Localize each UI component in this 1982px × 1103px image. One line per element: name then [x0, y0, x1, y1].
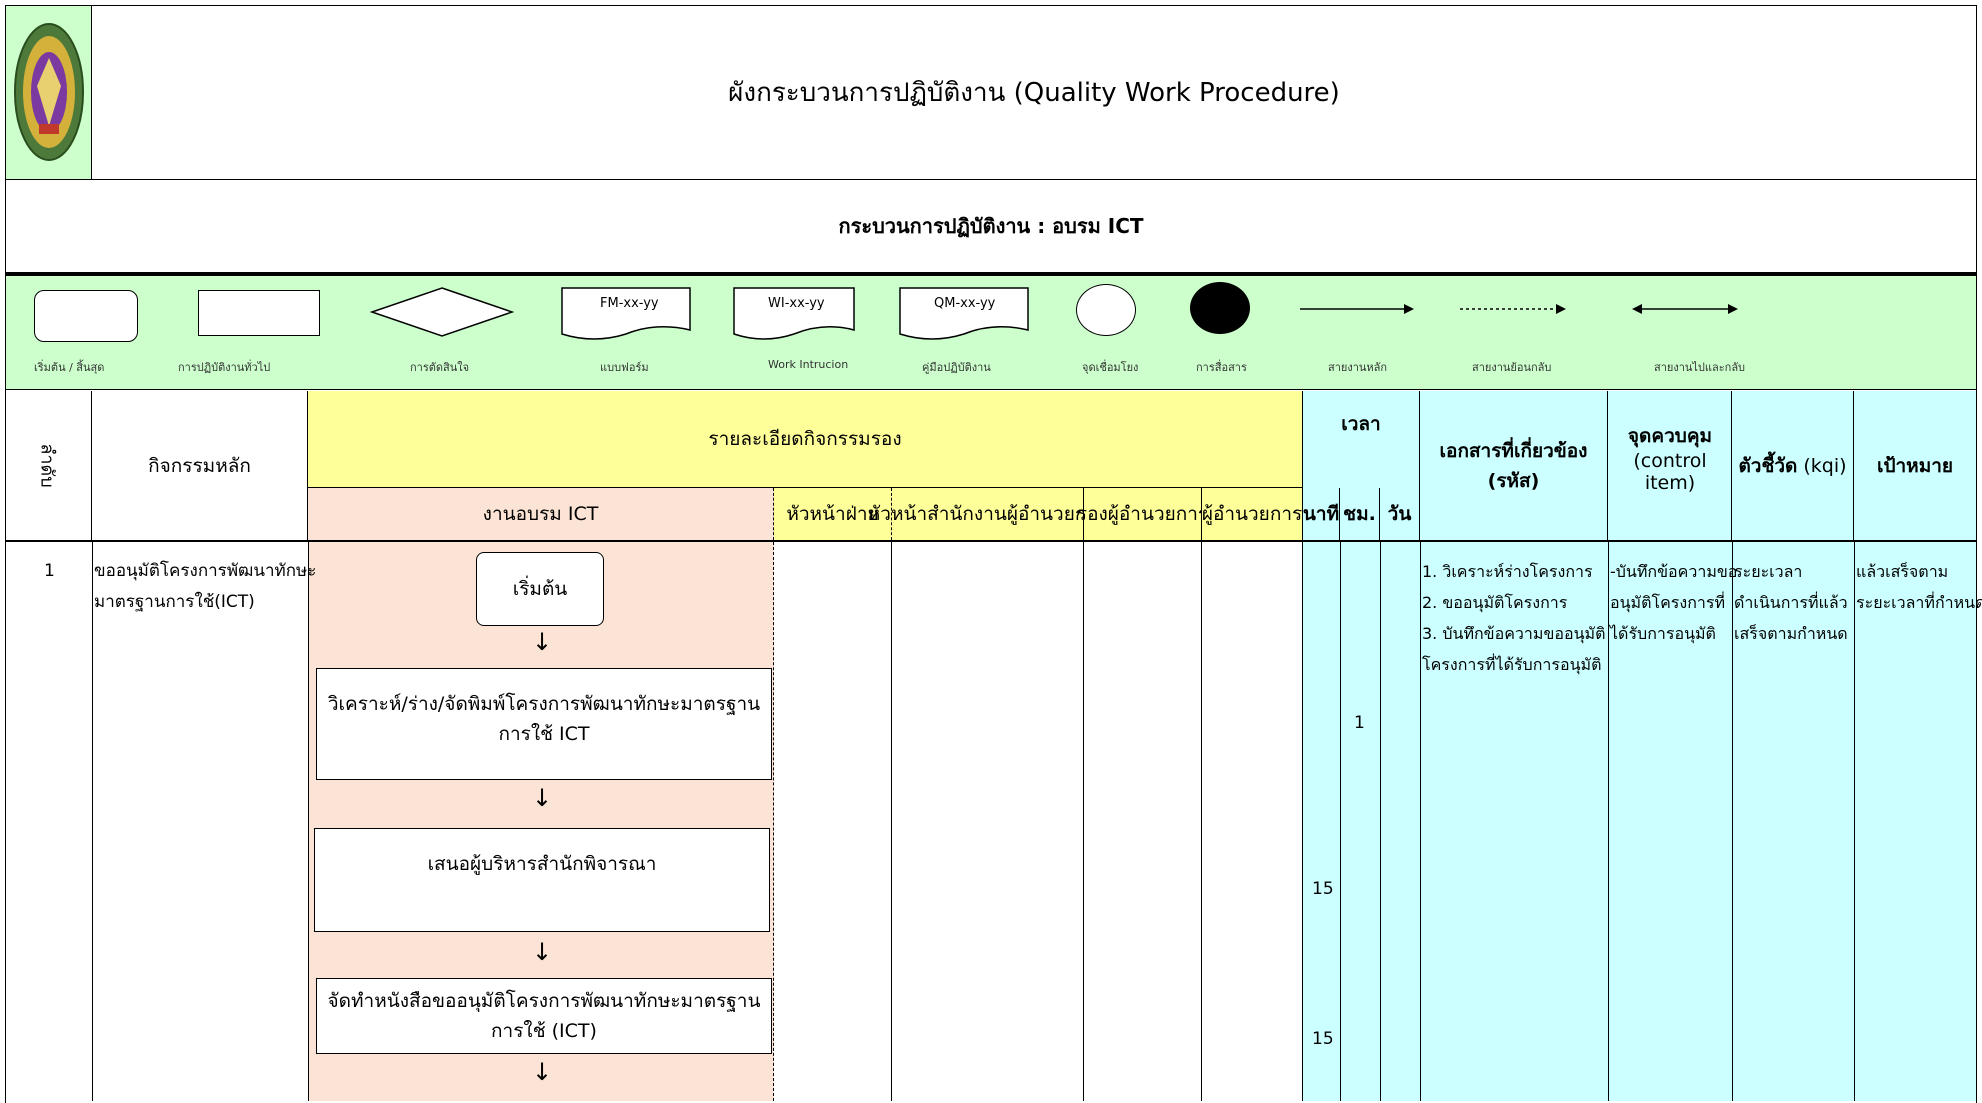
divider-documents: [1420, 542, 1421, 1101]
dashed-arrow-icon: [1460, 304, 1566, 314]
row-target: แล้วเสร็จตาม ระยะเวลาที่กำหนด: [1856, 556, 1982, 618]
flow-arrow-3: ↓: [532, 938, 553, 966]
divider-hours: [1340, 542, 1341, 1101]
header-time-minutes: นาที: [1302, 488, 1340, 540]
work-instruction-code: WI-xx-yy: [768, 296, 825, 311]
target-line-1: แล้วเสร็จตาม: [1856, 562, 1949, 581]
lane-header-deputy-director: รองผู้อำนวยการ: [1077, 488, 1208, 540]
communication-dot-icon: [1190, 282, 1250, 334]
header-control-point-label: จุดควบคุม: [1627, 425, 1713, 447]
kpi-line-2: ดำเนินการที่แล้ว: [1734, 593, 1848, 612]
legend-band: เริ่มต้น / สิ้นสุด การปฏิบัติงานทั่วไป ก…: [5, 273, 1977, 390]
flow-step-submit-review: เสนอผู้บริหารสำนักพิจารณา: [314, 828, 770, 932]
legend-caption-connector: จุดเชื่อมโยง: [1082, 361, 1139, 374]
kpi-line-1: ระยะเวลา: [1734, 562, 1803, 581]
row-kpi: ระยะเวลา ดำเนินการที่แล้ว เสร็จตามกำหนด: [1734, 556, 1848, 649]
header-main-activity: กิจกรรมหลัก: [92, 391, 308, 540]
time-minutes-1: 15: [1312, 879, 1334, 899]
flow-arrow-4: ↓: [532, 1058, 553, 1086]
flow-arrow-1: ↓: [532, 628, 553, 656]
legend-caption-decision: การตัดสินใจ: [410, 361, 470, 374]
header-control-point: จุดควบคุม (control item): [1608, 391, 1732, 540]
lane-section-head: [774, 542, 892, 1101]
document-line-1: 1. วิเคราะห์ร่างโครงการ: [1422, 562, 1593, 581]
logo-cell: [6, 6, 92, 179]
header-step-no: ลำดับ: [6, 391, 92, 540]
flow-start-terminal: เริ่มต้น: [476, 552, 604, 626]
header-kpi: ตัวชี้วัด (kqi): [1732, 391, 1854, 540]
flow-arrow-2: ↓: [532, 784, 553, 812]
row-control: -บันทึกข้อความขอ อนุมัติโครงการที่ ได้รั…: [1610, 556, 1737, 649]
manual-document-icon: [899, 287, 1029, 340]
header-documents: เอกสารที่เกี่ยวข้อง (รหัส): [1420, 391, 1608, 540]
lane-header-office-head: หัวหน้าสำนักงานผู้อำนวยการ: [868, 488, 1107, 540]
control-line-2: อนุมัติโครงการที่: [1610, 593, 1725, 612]
process-label: กระบวนการปฏิบัติงาน : อบรม ICT: [5, 180, 1977, 273]
flow-step-draft-project: วิเคราะห์/ร่าง/จัดพิมพ์โครงการพัฒนาทักษะ…: [316, 668, 772, 780]
solid-arrow-icon: [1300, 304, 1414, 314]
legend-caption-manual: คู่มือปฏิบัติงาน: [922, 361, 991, 374]
legend-caption-form: แบบฟอร์ม: [600, 361, 649, 374]
connector-circle-icon: [1076, 284, 1136, 336]
terminal-shape-icon: [34, 290, 138, 342]
divider-days: [1380, 542, 1381, 1101]
lane-office-head: [892, 542, 1084, 1101]
time-hours-1: 1: [1354, 713, 1365, 733]
control-line-1: -บันทึกข้อความขอ: [1610, 562, 1738, 581]
header-target: เป้าหมาย: [1854, 391, 1976, 540]
manual-code: QM-xx-yy: [934, 296, 996, 311]
lane-deputy-director: [1084, 542, 1202, 1101]
header-kpi-label: ตัวชี้วัด: [1738, 454, 1798, 477]
double-arrow-icon: [1632, 304, 1738, 314]
divider-main-activity: [92, 542, 93, 1101]
divider-target: [1854, 542, 1855, 1101]
header-kpi-unit: (kqi): [1803, 454, 1847, 477]
row-step-number: 1: [44, 561, 55, 581]
legend-caption-communication: การสื่อสาร: [1196, 361, 1247, 374]
divider-control: [1608, 542, 1609, 1101]
control-line-3: ได้รับการอนุมัติ: [1610, 624, 1716, 643]
process-box-icon: [198, 290, 320, 336]
row-main-activity-line-1: ขออนุมัติโครงการพัฒนาทักษะ: [94, 561, 317, 581]
legend-caption-terminal: เริ่มต้น / สิ้นสุด: [34, 361, 105, 374]
row-documents: 1. วิเคราะห์ร่างโครงการ 2. ขออนุมัติโครง…: [1422, 556, 1605, 680]
legend-caption-main-flow: สายงานหลัก: [1328, 361, 1388, 374]
row-main-activity-line-2: มาตรฐานการใช้(ICT): [94, 592, 255, 612]
decision-diamond-icon: [370, 287, 514, 337]
header-time-hours: ชม.: [1340, 488, 1380, 540]
lane-header-director: ผู้อำนวยการ: [1202, 488, 1302, 540]
form-code: FM-xx-yy: [600, 296, 659, 311]
header-step-no-label: ลำดับ: [36, 443, 58, 488]
work-instruction-document-icon: [733, 287, 855, 340]
form-document-icon: [561, 287, 691, 340]
lane-director: [1202, 542, 1302, 1101]
legend-caption-two-way-flow: สายงานไปและกลับ: [1654, 361, 1746, 374]
legend-caption-process: การปฏิบัติงานทั่วไป: [178, 361, 271, 374]
legend-caption-work-instruction: Work Intrucion: [768, 358, 849, 371]
legend-caption-return-flow: สายงานย้อนกลับ: [1472, 361, 1552, 374]
document-line-4: โครงการที่ได้รับการอนุมัติ: [1422, 655, 1602, 674]
header-time-days: วัน: [1380, 488, 1420, 540]
target-line-2: ระยะเวลาที่กำหนด: [1856, 593, 1982, 612]
header-control-item-label: (control item): [1633, 450, 1707, 494]
document-line-2: 2. ขออนุมัติโครงการ: [1422, 593, 1568, 612]
kpi-line-3: เสร็จตามกำหนด: [1734, 624, 1848, 643]
header-time: เวลา: [1302, 391, 1420, 488]
page-title: ผังกระบวนการปฏิบัติงาน (Quality Work Pro…: [728, 78, 1340, 108]
row-main-activity: ขออนุมัติโครงการพัฒนาทักษะ มาตรฐานการใช้…: [94, 556, 316, 618]
flow-step-approval-letter: จัดทำหนังสือขออนุมัติโครงการพัฒนาทักษะมา…: [316, 978, 772, 1054]
university-seal-logo: [14, 23, 84, 161]
lane-header-ict-training: งานอบรม ICT: [308, 488, 774, 540]
document-line-3: 3. บันทึกข้อความขออนุมัติ: [1422, 624, 1606, 643]
time-minutes-2: 15: [1312, 1029, 1334, 1049]
header-sub-detail: รายละเอียดกิจกรรมรอง: [308, 391, 1302, 488]
